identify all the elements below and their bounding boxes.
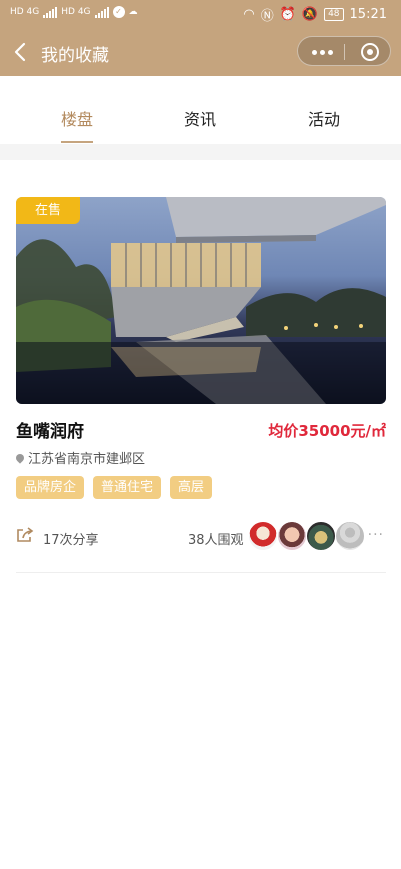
viewer-count: 38人围观: [188, 533, 244, 548]
card-divider: [16, 572, 386, 573]
mini-program-capsule: [297, 36, 391, 66]
building-illustration: [16, 197, 386, 404]
property-name[interactable]: 鱼嘴润府: [16, 417, 84, 442]
viewer-avatars: [248, 521, 365, 551]
avatar: [335, 521, 365, 551]
cloud-icon: ☁: [128, 7, 138, 17]
section-divider: [0, 144, 401, 160]
mute-icon: 🔕: [301, 7, 319, 22]
system-indicators: ◠ Ⓝ ⏰ 🔕 48 15:21: [243, 5, 387, 24]
tab-bar: 楼盘 资讯 活动: [0, 76, 401, 144]
network-label-1: HD 4G: [10, 7, 40, 17]
address-text: 江苏省南京市建邺区: [28, 452, 146, 467]
share-icon[interactable]: [16, 527, 34, 543]
tag-high-rise: 高层: [170, 476, 213, 499]
signal-icon-2: [94, 6, 109, 18]
on-sale-badge: 在售: [16, 197, 80, 224]
avatar: [248, 521, 278, 551]
clock: 15:21: [349, 7, 387, 22]
property-price: 均价35000元/㎡: [268, 422, 386, 440]
tab-events[interactable]: 活动: [284, 106, 364, 130]
chevron-left-icon[interactable]: [10, 40, 32, 64]
active-tab-indicator: [61, 141, 93, 143]
tab-properties[interactable]: 楼盘: [37, 106, 117, 130]
location-pin-icon: [14, 451, 26, 464]
headset-icon: ◠: [243, 7, 255, 22]
battery-icon: 48: [324, 8, 344, 21]
tag-ordinary-residence: 普通住宅: [93, 476, 162, 499]
network-label-2: HD 4G: [61, 7, 91, 17]
app-notification-icon: ✓: [112, 6, 125, 18]
nfc-icon: Ⓝ: [260, 9, 274, 24]
status-bar: HD 4G HD 4G ✓ ☁ ◠ Ⓝ ⏰ 🔕 48 15:21: [0, 0, 401, 30]
tab-news[interactable]: 资讯: [160, 106, 240, 130]
capsule-divider: [344, 44, 345, 60]
nav-bar: 我的收藏: [0, 30, 401, 76]
property-tags: 品牌房企 普通住宅 高层: [16, 476, 213, 499]
tag-brand-developer: 品牌房企: [16, 476, 85, 499]
alarm-icon: ⏰: [279, 7, 296, 22]
property-address: 江苏省南京市建邺区: [14, 448, 146, 467]
target-circle-icon[interactable]: [361, 43, 379, 61]
page-title: 我的收藏: [41, 46, 109, 66]
property-photo[interactable]: 在售: [16, 197, 386, 404]
signal-icon: [43, 6, 58, 18]
avatar: [306, 521, 336, 551]
share-row: 17次分享 38人围观 ···: [16, 521, 386, 551]
more-viewers-icon[interactable]: ···: [368, 527, 384, 543]
share-count: 17次分享: [43, 533, 99, 548]
avatar: [277, 521, 307, 551]
network-indicators: HD 4G HD 4G ✓ ☁: [10, 6, 138, 18]
more-dots-icon[interactable]: [312, 50, 333, 55]
